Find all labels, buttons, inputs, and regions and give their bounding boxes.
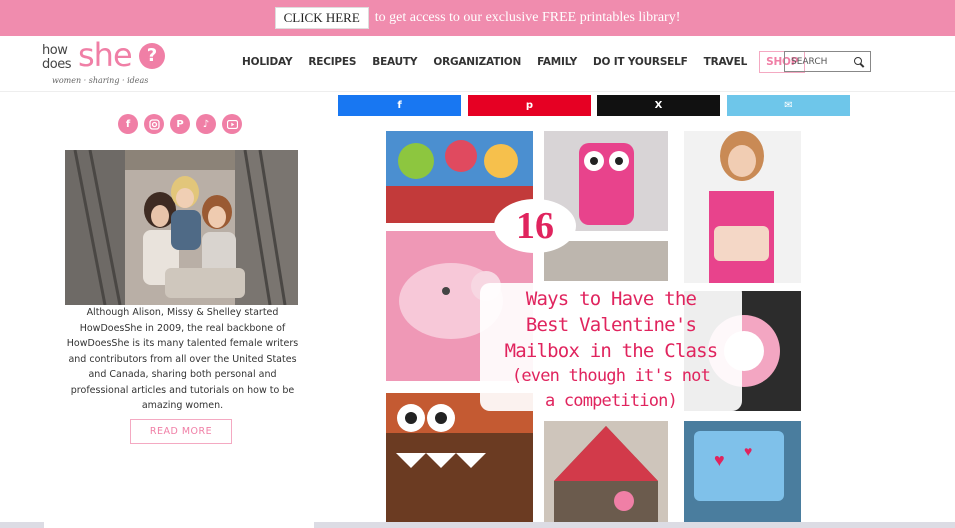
logo-question-icon: ? [139, 43, 165, 69]
share-x-button[interactable]: X [597, 95, 720, 116]
collage-tile-girl [684, 131, 801, 283]
site-logo[interactable]: how does she ? women · sharing · ideas [42, 36, 172, 90]
post-title-line-4: (even though it's not [511, 366, 711, 386]
promo-text: to get access to our exclusive FREE prin… [374, 10, 681, 25]
post-title-line-3: Mailbox in the Class [504, 340, 719, 362]
post-title-line-2: Best Valentine's [525, 314, 697, 336]
instagram-icon[interactable] [144, 114, 164, 134]
search-box[interactable] [784, 51, 871, 72]
nav-item-beauty[interactable]: BEAUTY [364, 56, 425, 68]
post-number: 16 [494, 199, 576, 253]
nav-item-diy[interactable]: DO IT YOURSELF [585, 56, 696, 68]
facebook-icon[interactable]: f [118, 114, 138, 134]
logo-does: does [42, 57, 71, 72]
email-icon: ✉ [784, 100, 793, 111]
site-header: how does she ? women · sharing · ideas H… [0, 36, 955, 92]
share-email-button[interactable]: ✉ [727, 95, 850, 116]
svg-text:♥: ♥ [714, 450, 725, 470]
x-icon: X [654, 100, 663, 111]
click-here-button[interactable]: CLICK HERE [274, 7, 369, 29]
search-icon[interactable] [854, 56, 864, 67]
nav-item-holiday[interactable]: HOLIDAY [234, 56, 300, 68]
pinterest-icon[interactable]: P [170, 114, 190, 134]
post-featured-image[interactable]: ♥ ♥ 16 Ways to Have the Best Valentine's … [386, 131, 801, 528]
logo-tagline: women · sharing · ideas [52, 76, 149, 85]
collage-tile-house [544, 421, 668, 528]
nav-item-recipes[interactable]: RECIPES [300, 56, 364, 68]
share-pinterest-button[interactable]: p [468, 95, 591, 116]
logo-she: she [78, 36, 133, 74]
sidebar: f P ♪ Although Alison, Missy & Shelley s… [44, 92, 314, 528]
nav-item-travel[interactable]: TRAVEL [696, 56, 755, 68]
nav-item-organization[interactable]: ORGANIZATION [425, 56, 529, 68]
nav-item-family[interactable]: FAMILY [529, 56, 585, 68]
sidebar-bottom [44, 522, 314, 528]
logo-how: how [42, 43, 68, 58]
youtube-icon[interactable] [222, 114, 242, 134]
main-nav: HOLIDAY RECIPES BEAUTY ORGANIZATION FAMI… [234, 36, 806, 88]
post-title-line-5: a competition) [544, 391, 678, 411]
bio-text: Although Alison, Missy & Shelley started… [66, 307, 299, 411]
svg-text:♥: ♥ [744, 443, 752, 459]
promo-banner: CLICK HERE to get access to our exclusiv… [0, 0, 955, 36]
social-links: f P ♪ [118, 114, 242, 134]
post-title-line-1: Ways to Have the [525, 288, 697, 310]
post-title-overlay: Ways to Have the Best Valentine's Mailbo… [480, 283, 742, 411]
read-more-button[interactable]: READ MORE [130, 419, 232, 444]
tiktok-icon[interactable]: ♪ [196, 114, 216, 134]
share-facebook-button[interactable]: f [338, 95, 461, 116]
search-input[interactable] [791, 56, 851, 67]
pinterest-icon: p [525, 100, 534, 111]
founders-photo [65, 150, 298, 305]
facebook-icon: f [397, 100, 402, 111]
collage-tile-blue-box: ♥ ♥ [684, 421, 801, 528]
collage-tile-cans [544, 241, 668, 281]
